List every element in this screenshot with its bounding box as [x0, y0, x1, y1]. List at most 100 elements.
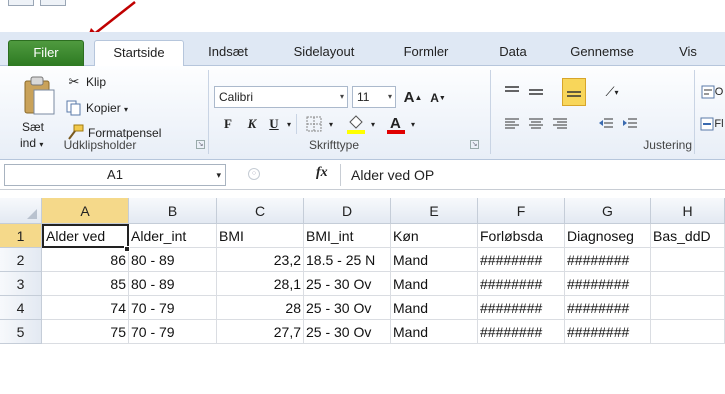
table-cell[interactable]: ######## — [478, 248, 565, 272]
table-cell[interactable] — [651, 248, 725, 272]
shrink-font-icon[interactable]: A ▼ — [428, 89, 448, 107]
select-all-corner[interactable] — [0, 198, 42, 224]
paste-label[interactable]: Sæt — [22, 120, 44, 134]
table-cell[interactable]: 74 — [42, 296, 129, 320]
table-cell[interactable]: 85 — [42, 272, 129, 296]
table-cell[interactable]: Mand — [391, 248, 478, 272]
align-bottom-icon[interactable] — [562, 78, 586, 106]
merge-center-icon[interactable]: Fl — [700, 114, 724, 134]
table-cell[interactable] — [651, 296, 725, 320]
tab-sidelayout[interactable]: Sidelayout — [282, 40, 366, 66]
table-cell[interactable]: Bas_ddD — [651, 224, 725, 248]
table-cell[interactable]: 75 — [42, 320, 129, 344]
italic-button[interactable]: K — [242, 114, 262, 134]
copy-button[interactable]: Kopier ▾ — [86, 101, 128, 115]
table-cell[interactable]: 25 - 30 Ov — [304, 320, 391, 344]
paste-icon[interactable] — [22, 76, 56, 116]
table-cell[interactable]: 28 — [217, 296, 304, 320]
table-cell[interactable]: 80 - 89 — [129, 272, 217, 296]
align-right-icon[interactable] — [550, 114, 570, 134]
table-cell[interactable]: ######## — [565, 272, 651, 296]
table-cell[interactable]: Alder_int — [129, 224, 217, 248]
tab-gennemse[interactable]: Gennemse — [560, 40, 644, 66]
tab-filer[interactable]: Filer — [8, 40, 84, 66]
table-cell[interactable]: 27,7 — [217, 320, 304, 344]
tab-data[interactable]: Data — [490, 40, 536, 66]
table-cell[interactable]: 86 — [42, 248, 129, 272]
fill-color-icon[interactable] — [344, 112, 368, 136]
table-cell[interactable] — [651, 320, 725, 344]
row-header[interactable]: 3 — [0, 272, 42, 296]
name-box[interactable]: A1 ▾ — [4, 164, 226, 186]
dialog-launcher-icon[interactable]: ↘ — [196, 140, 205, 149]
column-header-a[interactable]: A — [42, 198, 129, 224]
row-header[interactable]: 1 — [0, 224, 42, 248]
table-cell[interactable]: ######## — [565, 248, 651, 272]
grow-font-icon[interactable]: A ▲ — [402, 87, 424, 107]
bold-button[interactable]: F — [218, 114, 238, 134]
column-header-d[interactable]: D — [304, 198, 391, 224]
column-header-c[interactable]: C — [217, 198, 304, 224]
table-cell[interactable]: ######## — [478, 320, 565, 344]
column-header-e[interactable]: E — [391, 198, 478, 224]
fill-handle[interactable] — [124, 246, 130, 252]
wrap-text-icon[interactable]: O — [700, 82, 724, 102]
table-cell[interactable]: ######## — [478, 296, 565, 320]
chevron-down-icon[interactable]: ▾ — [216, 165, 221, 185]
table-cell[interactable]: ######## — [478, 272, 565, 296]
row-header[interactable]: 4 — [0, 296, 42, 320]
table-cell[interactable]: ######## — [565, 320, 651, 344]
table-cell[interactable]: 70 - 79 — [129, 320, 217, 344]
table-cell[interactable]: ######## — [565, 296, 651, 320]
orientation-icon[interactable]: ⟋ ▾ — [598, 82, 626, 102]
tab-formler[interactable]: Formler — [392, 40, 460, 66]
tab-startside[interactable]: Startside — [94, 40, 184, 67]
table-cell[interactable]: 80 - 89 — [129, 248, 217, 272]
font-size-combo[interactable]: 11 ▾ — [352, 86, 396, 108]
dialog-launcher-icon[interactable]: ↘ — [470, 140, 479, 149]
table-cell[interactable]: Mand — [391, 320, 478, 344]
align-top-icon[interactable] — [502, 82, 522, 102]
table-cell[interactable]: 18.5 - 25 N — [304, 248, 391, 272]
table-cell[interactable]: Diagnoseg — [565, 224, 651, 248]
table-cell[interactable]: Mand — [391, 296, 478, 320]
borders-icon[interactable] — [304, 114, 324, 134]
decrease-indent-icon[interactable] — [596, 114, 616, 134]
insert-function-icon[interactable]: fx — [316, 165, 328, 181]
tab-vis[interactable]: Vis — [668, 40, 708, 66]
table-cell[interactable]: 25 - 30 Ov — [304, 272, 391, 296]
qat-button[interactable] — [40, 0, 66, 6]
table-cell[interactable]: Mand — [391, 272, 478, 296]
table-cell[interactable]: 23,2 — [217, 248, 304, 272]
align-left-icon[interactable] — [502, 114, 522, 134]
scissors-icon[interactable]: ✂ — [66, 74, 82, 90]
column-header-b[interactable]: B — [129, 198, 217, 224]
tab-indsaet[interactable]: Indsæt — [198, 40, 258, 66]
copy-icon[interactable] — [66, 100, 82, 116]
row-header[interactable]: 5 — [0, 320, 42, 344]
chevron-down-icon[interactable]: ▾ — [284, 116, 294, 132]
column-header-g[interactable]: G — [565, 198, 651, 224]
formula-input[interactable]: Alder ved OP — [340, 164, 725, 186]
table-cell[interactable]: 70 - 79 — [129, 296, 217, 320]
column-header-h[interactable]: H — [651, 198, 725, 224]
row-header[interactable]: 2 — [0, 248, 42, 272]
align-center-icon[interactable] — [526, 114, 546, 134]
chevron-down-icon[interactable]: ▾ — [368, 116, 378, 132]
table-cell[interactable]: BMI_int — [304, 224, 391, 248]
qat-button[interactable] — [8, 0, 34, 6]
column-header-f[interactable]: F — [478, 198, 565, 224]
chevron-down-icon[interactable]: ▾ — [408, 116, 418, 132]
table-cell[interactable]: 28,1 — [217, 272, 304, 296]
active-cell[interactable]: Alder ved — [42, 224, 129, 248]
table-cell[interactable]: BMI — [217, 224, 304, 248]
font-color-icon[interactable]: A — [384, 112, 408, 136]
table-cell[interactable]: Forløbsda — [478, 224, 565, 248]
cut-button[interactable]: Klip — [86, 75, 106, 89]
underline-button[interactable]: U — [264, 114, 284, 134]
table-cell[interactable] — [651, 272, 725, 296]
increase-indent-icon[interactable] — [620, 114, 640, 134]
table-cell[interactable]: 25 - 30 Ov — [304, 296, 391, 320]
align-middle-icon[interactable] — [526, 82, 546, 102]
chevron-down-icon[interactable]: ▾ — [326, 116, 336, 132]
